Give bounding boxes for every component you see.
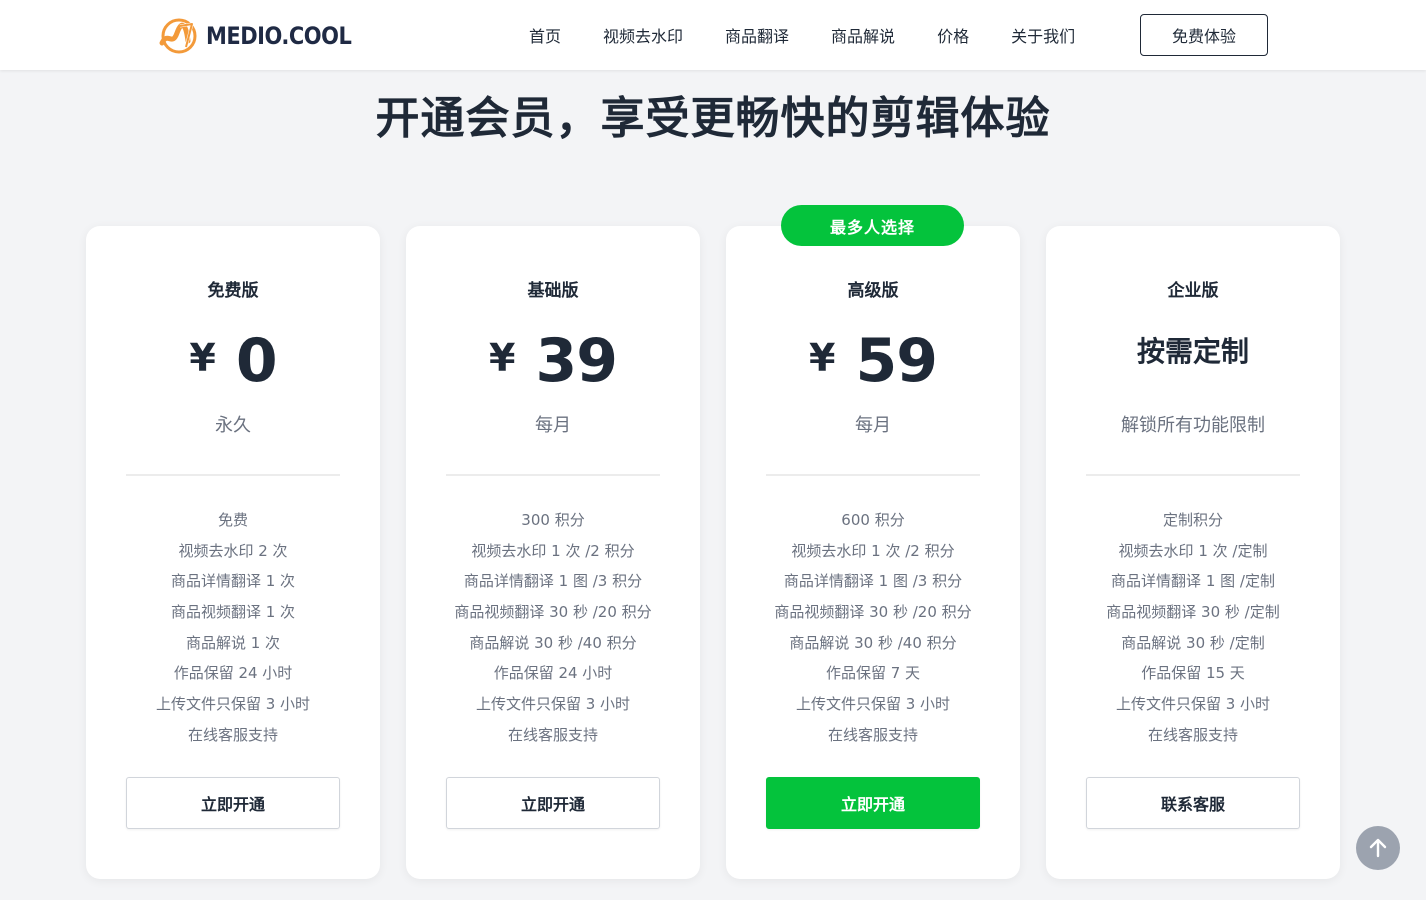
site-header: MEDIO.COOL 首页 视频去水印 商品翻译 商品解说 价格 关于我们 免费… bbox=[0, 0, 1426, 70]
feature-item: 商品解说 30 秒 /定制 bbox=[1121, 633, 1265, 652]
feature-item: 作品保留 24 小时 bbox=[493, 664, 613, 683]
feature-item: 上传文件只保留 3 小时 bbox=[475, 695, 631, 714]
plan-name: 基础版 bbox=[527, 281, 579, 301]
feature-item: 作品保留 24 小时 bbox=[173, 664, 293, 683]
feature-item: 上传文件只保留 3 小时 bbox=[1115, 695, 1271, 714]
feature-list: 定制积分 视频去水印 1 次 /定制 商品详情翻译 1 图 /定制 商品视频翻译… bbox=[1046, 505, 1340, 751]
feature-item: 视频去水印 1 次 /2 积分 bbox=[791, 541, 955, 560]
feature-item: 在线客服支持 bbox=[507, 725, 598, 744]
feature-item: 商品详情翻译 1 图 /定制 bbox=[1111, 572, 1275, 591]
feature-item: 商品解说 30 秒 /40 积分 bbox=[789, 633, 957, 652]
feature-item: 商品视频翻译 30 秒 /20 积分 bbox=[454, 603, 652, 622]
custom-price: 按需定制 bbox=[1136, 335, 1249, 368]
logo-text: MEDIO.COOL bbox=[206, 22, 352, 50]
feature-item: 在线客服支持 bbox=[1147, 725, 1238, 744]
plan-price: ¥ 0 bbox=[86, 326, 380, 396]
feature-item: 免费 bbox=[217, 511, 248, 529]
currency-symbol: ¥ bbox=[809, 336, 836, 380]
subscribe-button-free[interactable]: 立即开通 bbox=[126, 777, 340, 829]
currency-symbol: ¥ bbox=[189, 336, 216, 380]
feature-item: 商品视频翻译 30 秒 /20 积分 bbox=[774, 603, 972, 622]
page-title: 开通会员，享受更畅快的剪辑体验 bbox=[375, 93, 1051, 144]
plan-price: ¥ 59 bbox=[726, 326, 1020, 396]
feature-item: 上传文件只保留 3 小时 bbox=[795, 695, 951, 714]
feature-item: 视频去水印 2 次 bbox=[178, 541, 288, 560]
plan-card-basic: 基础版 ¥ 39 每月 300 积分 视频去水印 1 次 /2 积分 商品详情翻… bbox=[406, 226, 700, 879]
logo-icon bbox=[159, 18, 197, 54]
feature-item: 600 积分 bbox=[841, 511, 905, 529]
price-amount: 0 bbox=[235, 326, 278, 396]
feature-item: 商品详情翻译 1 图 /3 积分 bbox=[463, 572, 643, 591]
feature-item: 视频去水印 1 次 /定制 bbox=[1118, 541, 1268, 560]
plan-card-premium: 最多人选择 高级版 ¥ 59 每月 600 积分 视频去水印 1 次 /2 积分… bbox=[726, 205, 1020, 879]
feature-item: 上传文件只保留 3 小时 bbox=[155, 695, 311, 714]
plan-period: 每月 bbox=[855, 415, 891, 436]
feature-item: 商品详情翻译 1 图 /3 积分 bbox=[783, 572, 963, 591]
logo[interactable]: MEDIO.COOL bbox=[158, 17, 352, 55]
feature-list: 600 积分 视频去水印 1 次 /2 积分 商品详情翻译 1 图 /3 积分 … bbox=[726, 505, 1020, 751]
feature-item: 视频去水印 1 次 /2 积分 bbox=[471, 541, 635, 560]
plan-card-enterprise: 企业版 按需定制 解锁所有功能限制 定制积分 视频去水印 1 次 /定制 商品详… bbox=[1046, 226, 1340, 879]
feature-item: 商品解说 1 次 bbox=[185, 633, 281, 652]
plan-name: 免费版 bbox=[207, 281, 259, 301]
plan-name: 高级版 bbox=[847, 281, 899, 301]
feature-item: 作品保留 7 天 bbox=[825, 664, 921, 683]
contact-support-button[interactable]: 联系客服 bbox=[1086, 777, 1300, 829]
subscribe-button-basic[interactable]: 立即开通 bbox=[446, 777, 660, 829]
divider bbox=[766, 474, 980, 476]
price-amount: 59 bbox=[855, 326, 937, 396]
price-amount: 39 bbox=[535, 326, 617, 396]
feature-item: 作品保留 15 天 bbox=[1141, 664, 1245, 683]
feature-item: 商品视频翻译 1 次 bbox=[170, 603, 296, 622]
nav-item-about[interactable]: 关于我们 bbox=[1011, 23, 1075, 47]
feature-item: 在线客服支持 bbox=[187, 725, 278, 744]
feature-list: 300 积分 视频去水印 1 次 /2 积分 商品详情翻译 1 图 /3 积分 … bbox=[406, 505, 700, 751]
feature-item: 商品视频翻译 30 秒 /定制 bbox=[1106, 603, 1280, 622]
main-nav: 首页 视频去水印 商品翻译 商品解说 价格 关于我们 bbox=[508, 0, 1096, 70]
plan-period: 解锁所有功能限制 bbox=[1121, 415, 1265, 436]
plan-price: ¥ 39 bbox=[406, 326, 700, 396]
currency-symbol: ¥ bbox=[489, 336, 516, 380]
arrow-up-icon bbox=[1369, 838, 1387, 858]
subscribe-button-premium[interactable]: 立即开通 bbox=[766, 777, 980, 829]
feature-item: 在线客服支持 bbox=[827, 725, 918, 744]
most-popular-badge: 最多人选择 bbox=[781, 205, 964, 246]
plan-period: 每月 bbox=[535, 415, 571, 436]
feature-list: 免费 视频去水印 2 次 商品详情翻译 1 次 商品视频翻译 1 次 商品解说 … bbox=[86, 505, 380, 751]
plan-period: 永久 bbox=[215, 415, 251, 436]
back-to-top-button[interactable] bbox=[1356, 826, 1400, 870]
plan-card-free: 免费版 ¥ 0 永久 免费 视频去水印 2 次 商品详情翻译 1 次 商品视频翻… bbox=[86, 226, 380, 879]
divider bbox=[446, 474, 660, 476]
free-trial-button[interactable]: 免费体验 bbox=[1140, 14, 1268, 56]
nav-item-watermark-removal[interactable]: 视频去水印 bbox=[603, 23, 683, 47]
plan-name: 企业版 bbox=[1167, 281, 1219, 301]
nav-item-product-translation[interactable]: 商品翻译 bbox=[725, 23, 789, 47]
feature-item: 定制积分 bbox=[1162, 511, 1223, 529]
feature-item: 商品详情翻译 1 次 bbox=[170, 572, 296, 591]
nav-item-home[interactable]: 首页 bbox=[529, 23, 561, 47]
feature-item: 商品解说 30 秒 /40 积分 bbox=[469, 633, 637, 652]
divider bbox=[126, 474, 340, 476]
nav-item-pricing[interactable]: 价格 bbox=[937, 23, 969, 47]
divider bbox=[1086, 474, 1300, 476]
feature-item: 300 积分 bbox=[521, 511, 585, 529]
nav-item-product-narration[interactable]: 商品解说 bbox=[831, 23, 895, 47]
